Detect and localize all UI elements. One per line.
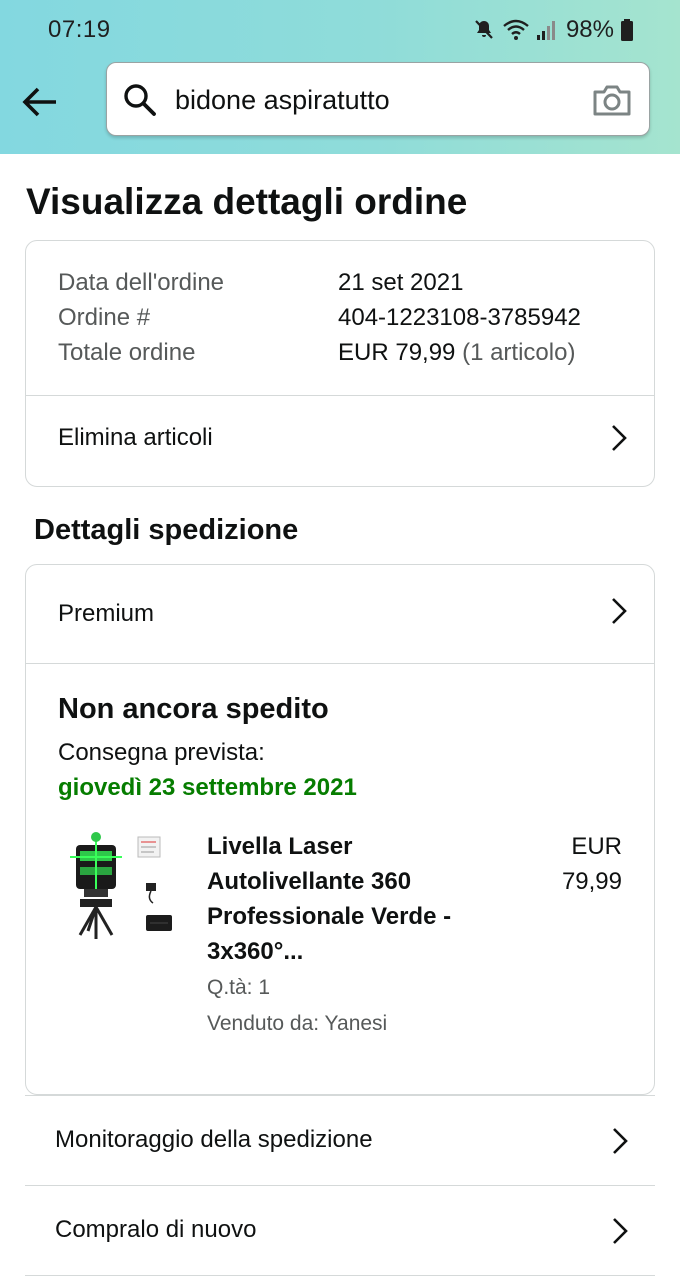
shipping-speed-row[interactable]: Premium <box>26 565 654 663</box>
shipment-status: Non ancora spedito <box>58 693 329 725</box>
status-time: 07:19 <box>48 16 111 43</box>
signal-icon <box>536 21 555 40</box>
status-bar: 07:19 98% <box>0 0 680 60</box>
order-total-items: (1 articolo) <box>462 339 576 366</box>
order-date-value: 21 set 2021 <box>338 269 464 296</box>
mute-icon <box>475 20 493 39</box>
back-arrow-icon <box>22 87 56 117</box>
delivery-label: Consegna prevista: <box>58 739 265 766</box>
product-title[interactable]: Livella Laser Autolivellante 360 Profess… <box>207 829 507 969</box>
track-shipment-label: Monitoraggio della spedizione <box>55 1126 373 1153</box>
delete-items-label: Elimina articoli <box>58 424 213 451</box>
product-image[interactable] <box>66 827 178 953</box>
status-icons: 98% <box>472 14 634 46</box>
order-summary-card: Data dell'ordine 21 set 2021 Ordine # 40… <box>25 240 655 487</box>
product-price-currency: EUR <box>571 833 622 860</box>
search-query: bidone aspiratutto <box>175 85 390 115</box>
product-seller: Venduto da: Yanesi <box>207 1012 388 1035</box>
page-title: Visualizza dettagli ordine <box>26 181 468 222</box>
order-total-label: Totale ordine <box>58 339 196 366</box>
shipping-speed-label: Premium <box>58 600 155 627</box>
chevron-right-icon <box>613 1218 628 1244</box>
product-price: EUR 79,99 <box>522 829 622 899</box>
chevron-right-icon <box>612 598 627 624</box>
order-number-value: 404-1223108-3785942 <box>338 304 581 331</box>
back-button[interactable] <box>18 80 62 124</box>
order-number-row: Ordine # 404-1223108-3785942 <box>58 302 581 334</box>
chevron-right-icon <box>613 1128 628 1154</box>
order-total-value: EUR 79,99 <box>338 339 456 366</box>
order-date-label: Data dell'ordine <box>58 269 225 296</box>
app-header: 07:19 98% bidone aspiratutto <box>0 0 680 154</box>
product-price-value: 79,99 <box>561 868 622 895</box>
order-total-row: Totale ordine EUR 79,99 (1 articolo) <box>58 337 575 369</box>
battery-icon <box>621 19 633 41</box>
shipment-section-title: Dettagli spedizione <box>34 514 299 546</box>
track-shipment-row[interactable]: Monitoraggio della spedizione <box>25 1096 655 1186</box>
delete-items-row[interactable]: Elimina articoli <box>26 396 654 487</box>
search-input[interactable]: bidone aspiratutto <box>106 62 650 136</box>
order-total-value-group: EUR 79,99 (1 articolo) <box>338 337 575 369</box>
buy-again-row[interactable]: Compralo di nuovo <box>25 1186 655 1276</box>
divider <box>26 663 654 664</box>
battery-percentage: 98% <box>565 16 614 43</box>
search-icon <box>124 84 156 116</box>
wifi-icon <box>503 19 529 40</box>
shipment-card: Premium Non ancora spedito Consegna prev… <box>25 564 655 1095</box>
delivery-date: giovedì 23 settembre 2021 <box>58 774 357 801</box>
chevron-right-icon <box>612 425 627 451</box>
buy-again-label: Compralo di nuovo <box>55 1216 257 1243</box>
camera-icon[interactable] <box>591 83 633 117</box>
product-quantity: Q.tà: 1 <box>207 976 271 999</box>
order-number-label: Ordine # <box>58 304 151 331</box>
order-date-row: Data dell'ordine 21 set 2021 <box>58 267 463 299</box>
